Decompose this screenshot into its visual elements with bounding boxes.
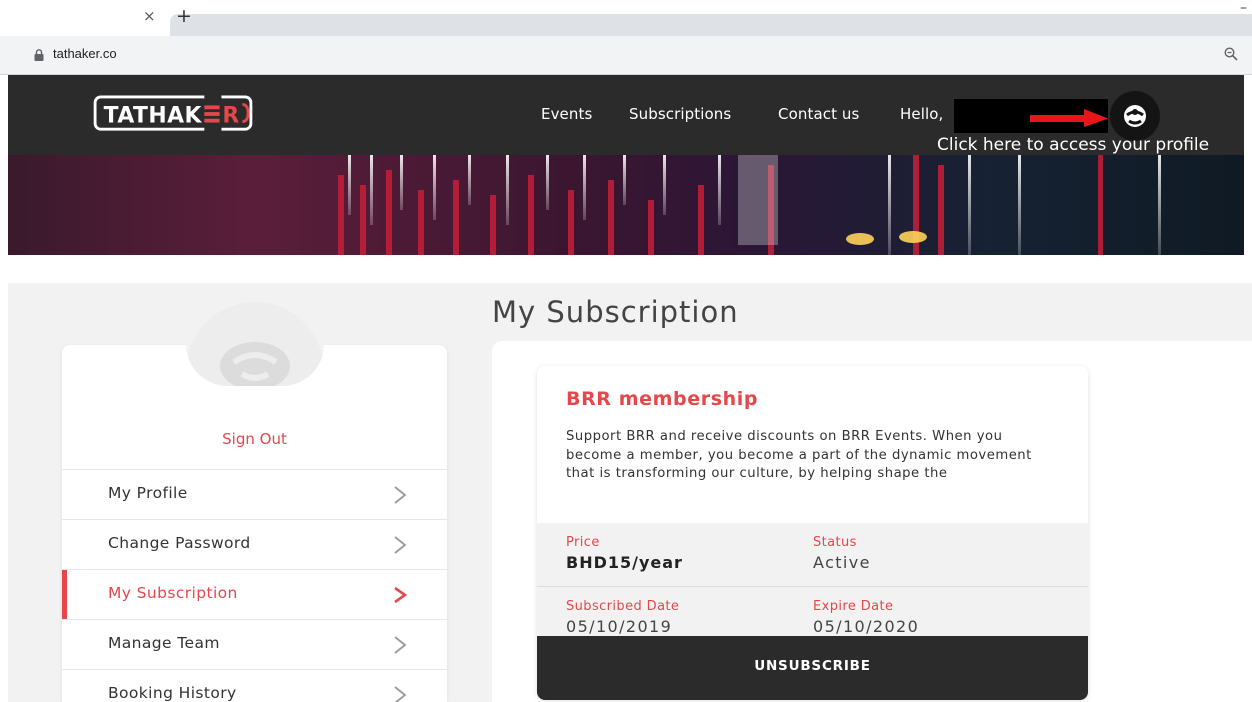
price-value: BHD15/year [566,553,683,572]
sidebar-item-label: Change Password [108,534,251,552]
nav-subscriptions[interactable]: Subscriptions [629,105,731,123]
subscription-description: Support BRR and receive discounts on BRR… [566,429,1032,481]
tathaker-logo[interactable]: TATHAK R [88,95,258,133]
sidebar-item-label: My Profile [108,484,188,502]
expire-date-label: Expire Date [813,599,894,614]
svg-text:R: R [222,104,239,129]
svg-text:TATHAK: TATHAK [104,104,203,129]
sidebar-item-my-profile[interactable]: My Profile [62,469,447,519]
chevron-right-icon [394,686,407,702]
sidebar-menu: My Profile Change Password My Subscripti… [62,469,447,702]
subscription-details: Price BHD15/year Status Active Subscribe… [537,523,1088,636]
subscription-card: BRR membership Support BRR and receive d… [537,366,1088,700]
sidebar-item-booking-history[interactable]: Booking History [62,669,447,702]
chevron-right-icon [394,636,407,654]
dates-row: Subscribed Date 05/10/2019 Expire Date 0… [537,586,1088,636]
browser-tab-strip: × + – [0,0,1252,36]
site-header: TATHAK R Events Subscriptions Contact us… [8,75,1244,155]
sidebar-avatar [186,302,324,386]
subscription-name: BRR membership [566,388,759,410]
lock-icon [34,49,44,61]
sidebar-item-manage-team[interactable]: Manage Team [62,619,447,669]
zoom-icon[interactable] [1224,47,1238,61]
sidebar-item-change-password[interactable]: Change Password [62,519,447,569]
subscribed-date-value: 05/10/2019 [566,617,673,636]
user-avatar-icon [1124,105,1146,127]
window-minimize-button[interactable]: – [1240,0,1247,16]
red-arrow-annotation [1030,109,1108,127]
nav-contact-us[interactable]: Contact us [778,105,859,123]
tab-close-button[interactable]: × [143,7,156,25]
address-bar[interactable]: tathaker.co [0,36,1252,75]
chevron-right-icon [394,586,407,604]
sidebar-item-label: Manage Team [108,634,220,652]
unsubscribe-button[interactable]: UNSUBSCRIBE [537,636,1088,700]
subscribed-date-label: Subscribed Date [566,599,680,614]
sidebar-user-avatar-icon [220,342,290,386]
status-label: Status [813,535,857,550]
profile-hint-annotation: Click here to access your profile [937,135,1210,155]
greeting-text: Hello, [900,105,944,123]
sidebar-item-label: Booking History [108,684,237,702]
page-title: My Subscription [492,295,739,329]
profile-avatar-button[interactable] [1110,91,1160,141]
nav-events[interactable]: Events [541,105,592,123]
hero-banner-image [8,155,1244,255]
sidebar-item-my-subscription[interactable]: My Subscription [62,569,447,620]
new-tab-button[interactable]: + [176,5,192,27]
expire-date-value: 05/10/2020 [813,617,920,636]
tab-bar-background [170,14,1252,36]
chevron-right-icon [394,536,407,554]
price-label: Price [566,535,600,550]
status-value: Active [813,553,871,572]
sign-out-link[interactable]: Sign Out [62,430,447,448]
url-text[interactable]: tathaker.co [53,46,117,61]
chevron-right-icon [394,486,407,504]
sidebar-item-label: My Subscription [108,584,238,602]
